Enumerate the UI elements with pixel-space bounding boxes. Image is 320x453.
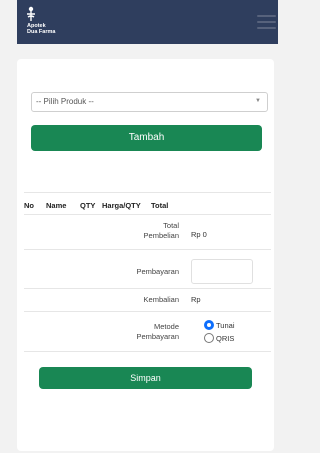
payment-method-qris[interactable]: QRIS [204, 333, 234, 343]
logo-text: Apotek Dua Farma [27, 23, 55, 35]
payment-label: Pembayaran [136, 267, 179, 276]
product-select[interactable]: -- Pilih Produk -- ▼ [31, 92, 268, 112]
payment-method-label: Metode Pembayaran [136, 322, 179, 341]
chevron-down-icon: ▼ [255, 98, 261, 104]
payment-method-tunai-label: Tunai [216, 320, 235, 330]
table-divider [24, 192, 271, 193]
column-header-name: Name [46, 201, 67, 210]
column-header-qty: QTY [80, 201, 96, 210]
product-select-value: -- Pilih Produk -- [36, 97, 94, 106]
summary-divider [24, 288, 271, 289]
payment-input[interactable] [191, 259, 253, 284]
total-purchase-label: Total Pembelian [143, 221, 179, 240]
save-button[interactable]: Simpan [39, 367, 252, 389]
column-header-no: No [24, 201, 34, 210]
summary-divider [24, 249, 271, 250]
payment-method-tunai[interactable]: Tunai [204, 320, 234, 330]
change-value: Rp [191, 295, 201, 304]
payment-method-qris-label: QRIS [216, 333, 235, 343]
radio-selected-icon[interactable] [204, 320, 214, 330]
pharmacy-logo-icon [27, 6, 35, 21]
table-divider [24, 214, 271, 215]
change-label: Kembalian [143, 295, 179, 304]
radio-unselected-icon[interactable] [204, 333, 214, 343]
add-button[interactable]: Tambah [31, 125, 262, 151]
transaction-card: -- Pilih Produk -- ▼ Tambah No Name QTY … [17, 59, 274, 451]
column-header-price: Harga/QTY [102, 201, 141, 210]
summary-divider [24, 351, 271, 352]
hamburger-menu-icon[interactable] [257, 15, 276, 29]
total-purchase-value: Rp 0 [191, 230, 207, 239]
app-logo[interactable]: Apotek Dua Farma [25, 6, 85, 38]
column-header-total: Total [151, 201, 169, 210]
top-navbar: Apotek Dua Farma [17, 0, 278, 44]
summary-divider [24, 311, 271, 312]
logo-text-line-2: Dua Farma [27, 29, 56, 35]
